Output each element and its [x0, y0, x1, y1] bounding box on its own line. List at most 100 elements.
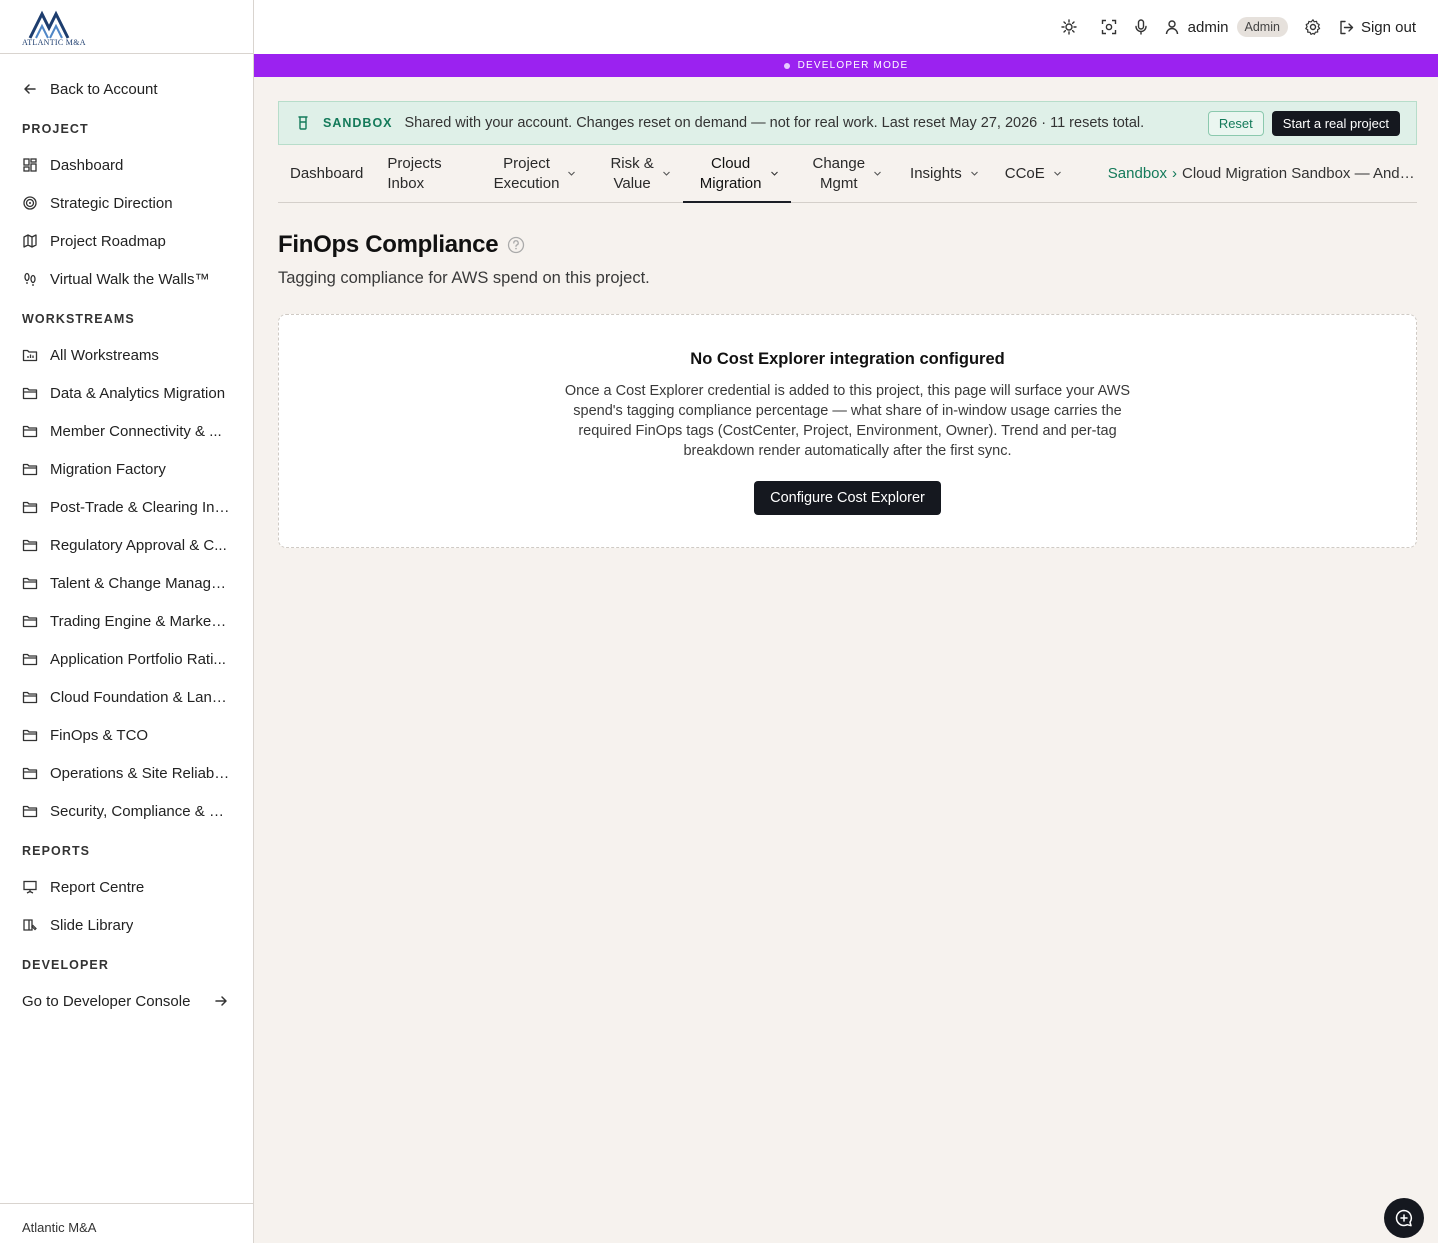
- book-icon: [22, 917, 38, 933]
- folder-icon: [22, 727, 38, 743]
- chevron-down-icon: [770, 171, 778, 176]
- sidebar-item-project-roadmap[interactable]: Project Roadmap: [0, 222, 253, 260]
- tab-label: CCoE: [1004, 165, 1045, 182]
- arrow-right-icon: [213, 993, 229, 1009]
- target-icon: [22, 195, 38, 211]
- empty-state-title: No Cost Explorer integration configured: [690, 350, 1005, 368]
- folder-icon: [22, 689, 38, 705]
- sidebar-item-workstream[interactable]: Application Portfolio Rati...: [0, 640, 253, 678]
- breadcrumb-separator: ›: [1172, 165, 1177, 182]
- chevron-down-icon: [1053, 171, 1061, 176]
- reset-button[interactable]: Reset: [1207, 110, 1264, 136]
- user-icon: [1165, 20, 1178, 35]
- tab-label-line1: Project: [503, 154, 550, 172]
- sidebar-item-walk-the-walls[interactable]: Virtual Walk the Walls™: [0, 260, 253, 298]
- chevron-down-icon: [568, 171, 576, 176]
- tab-label: Cloud Migration: [700, 154, 762, 194]
- sidebar-item-workstream[interactable]: Talent & Change Manage...: [0, 564, 253, 602]
- sun-icon[interactable]: [1060, 18, 1078, 36]
- back-to-account-link[interactable]: Back to Account: [0, 70, 253, 108]
- sidebar-item-workstream[interactable]: Member Connectivity & ...: [0, 412, 253, 450]
- developer-mode-label: DEVELOPER MODE: [797, 60, 909, 71]
- sidebar-item-strategic-direction[interactable]: Strategic Direction: [0, 184, 253, 222]
- sidebar-item-label: Project Roadmap: [50, 232, 166, 250]
- folder-icon: [22, 499, 38, 515]
- back-label: Back to Account: [50, 80, 158, 98]
- project-tabs: Dashboard Projects Inbox Project Execution…: [278, 145, 1417, 203]
- start-real-project-button[interactable]: Start a real project: [1271, 110, 1400, 136]
- chat-fab-button[interactable]: [1384, 1198, 1424, 1238]
- sidebar-item-label: Cloud Foundation & Land...: [50, 688, 230, 706]
- tab-label-line1: Change: [812, 154, 866, 172]
- breadcrumb-sandbox-link[interactable]: Sandbox: [1108, 165, 1167, 182]
- developer-console-link[interactable]: Go to Developer Console: [0, 982, 253, 1020]
- help-circle-icon[interactable]: [507, 236, 525, 254]
- user-menu[interactable]: admin Admin: [1164, 17, 1288, 37]
- sidebar-item-workstream[interactable]: Security, Compliance & R...: [0, 792, 253, 830]
- sidebar-item-workstream[interactable]: Migration Factory: [0, 450, 253, 488]
- chevron-down-icon: [874, 171, 881, 176]
- tab-insights[interactable]: Insights: [894, 145, 991, 202]
- page-header: FinOps Compliance: [278, 231, 1417, 259]
- tab-label: Risk & Value: [610, 154, 653, 194]
- sidebar-item-label: Regulatory Approval & C...: [50, 536, 227, 554]
- sidebar-item-workstream[interactable]: Data & Analytics Migration: [0, 374, 253, 412]
- tab-change-mgmt[interactable]: Change Mgmt: [791, 145, 895, 202]
- tab-label-line1: Cloud: [711, 154, 751, 172]
- tab-label-line2: Mgmt: [820, 174, 858, 192]
- sidebar-item-label: Slide Library: [50, 916, 134, 934]
- microphone-icon[interactable]: [1132, 18, 1150, 36]
- beaker-icon: [298, 116, 308, 130]
- folder-icon: [22, 613, 38, 629]
- sidebar-item-workstream[interactable]: Post-Trade & Clearing Int...: [0, 488, 253, 526]
- tab-project-execution[interactable]: Project Execution: [466, 145, 589, 202]
- logo-text: ATLANTIC M&A: [22, 38, 86, 47]
- gear-icon[interactable]: [1304, 18, 1322, 36]
- folder-icon: [22, 461, 38, 477]
- brand-logo[interactable]: ATLANTIC M&A: [0, 0, 253, 54]
- sidebar-item-workstream[interactable]: Trading Engine & Market ...: [0, 602, 253, 640]
- sidebar-item-label: Trading Engine & Market ...: [50, 612, 230, 630]
- tab-projects-inbox[interactable]: Projects Inbox: [375, 145, 465, 202]
- page-title: FinOps Compliance: [278, 231, 499, 258]
- tab-label: Dashboard: [290, 165, 364, 182]
- sidebar-item-label: Report Centre: [50, 878, 145, 896]
- tab-cloud-migration[interactable]: Cloud Migration: [682, 145, 791, 203]
- focus-scan-icon[interactable]: [1100, 18, 1118, 36]
- sidebar-item-dashboard[interactable]: Dashboard: [0, 146, 253, 184]
- sidebar-item-workstream[interactable]: FinOps & TCO: [0, 716, 253, 754]
- configure-cost-explorer-button[interactable]: Configure Cost Explorer: [754, 481, 941, 515]
- status-dot-icon: [783, 62, 790, 69]
- username: admin: [1187, 18, 1229, 36]
- tab-ccoe[interactable]: CCoE: [991, 145, 1074, 202]
- sidebar-item-workstream[interactable]: Operations & Site Reliabil...: [0, 754, 253, 792]
- sign-out-icon: [1340, 20, 1354, 34]
- sidebar-item-workstream[interactable]: Regulatory Approval & C...: [0, 526, 253, 564]
- developer-console-label: Go to Developer Console: [22, 992, 191, 1010]
- dashboard-icon: [22, 157, 38, 173]
- sidebar-item-report-centre[interactable]: Report Centre: [0, 868, 253, 906]
- tab-label: Insights: [910, 165, 962, 182]
- section-reports-title: REPORTS: [22, 844, 91, 858]
- sidebar-item-slide-library[interactable]: Slide Library: [0, 906, 253, 944]
- folder-icon: [22, 423, 38, 439]
- page-subtitle: Tagging compliance for AWS spend on this…: [278, 269, 650, 287]
- tab-risk-value[interactable]: Risk & Value: [588, 145, 682, 202]
- folder-icon: [22, 651, 38, 667]
- folder-chart-icon: [22, 347, 38, 363]
- sidebar-item-label: Data & Analytics Migration: [50, 384, 226, 402]
- folder-icon: [22, 575, 38, 591]
- sidebar-item-label: Operations & Site Reliabil...: [50, 764, 230, 782]
- section-developer-title: DEVELOPER: [22, 958, 109, 972]
- tab-label-line2: Migration: [699, 174, 762, 192]
- empty-state-description: Once a Cost Explorer credential is added…: [564, 383, 1131, 459]
- tab-dashboard[interactable]: Dashboard: [278, 145, 375, 202]
- chevron-down-icon: [662, 171, 670, 176]
- sandbox-text: Shared with your account. Changes reset …: [404, 115, 1145, 131]
- sign-out-button[interactable]: Sign out: [1338, 19, 1416, 36]
- sidebar-item-workstream[interactable]: Cloud Foundation & Land...: [0, 678, 253, 716]
- sidebar-item-all-workstreams[interactable]: All Workstreams: [0, 336, 253, 374]
- tab-label-line1: Risk &: [610, 154, 654, 172]
- main-content: SANDBOX Shared with your account. Change…: [278, 101, 1417, 548]
- sidebar-item-label: Virtual Walk the Walls™: [50, 270, 210, 288]
